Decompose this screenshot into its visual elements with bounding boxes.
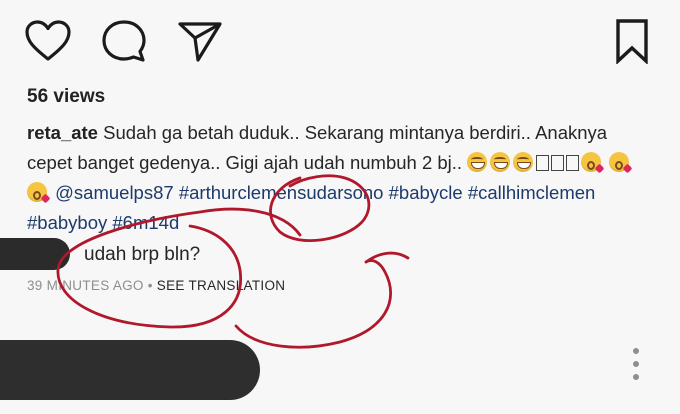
kiss-emoji-icon: [27, 182, 47, 202]
kiss-emoji-icon: [581, 152, 602, 172]
missing-glyph-icon: [536, 155, 550, 171]
redacted-comment-bar: [0, 340, 260, 400]
caption-username[interactable]: reta_ate: [27, 122, 98, 143]
hashtag-link[interactable]: #6m14d: [112, 212, 179, 233]
dot: [633, 374, 639, 380]
kiss-emoji-icon: [609, 152, 630, 172]
heart-icon[interactable]: [24, 19, 72, 63]
see-translation-link[interactable]: SEE TRANSLATION: [157, 278, 286, 293]
hashtag-link[interactable]: #callhimclemen: [468, 182, 596, 203]
redacted-username-bar: [0, 238, 70, 270]
comment-timestamp: 39 MINUTES AGO: [27, 278, 144, 293]
grin-emoji-icon: [513, 152, 534, 172]
grin-emoji-icon: [467, 152, 488, 172]
bookmark-icon[interactable]: [614, 18, 650, 64]
comment-meta: 39 MINUTES AGO • SEE TRANSLATION: [27, 278, 285, 293]
missing-glyph-icon: [551, 155, 565, 171]
share-icon[interactable]: [176, 20, 224, 64]
missing-glyph-icon: [566, 155, 580, 171]
mention-link[interactable]: @samuelps87: [55, 182, 174, 203]
hashtag-link[interactable]: #arthurclemensudarsono: [179, 182, 384, 203]
comment-text: udah brp bln?: [84, 244, 201, 265]
hashtag-link[interactable]: #babycle: [389, 182, 463, 203]
view-count[interactable]: 56 views: [27, 86, 105, 108]
post-caption: reta_ate Sudah ga betah duduk.. Sekarang…: [27, 118, 652, 238]
meta-separator: •: [147, 278, 153, 293]
more-options-icon[interactable]: [630, 348, 642, 388]
dot: [633, 348, 639, 354]
grin-emoji-icon: [490, 152, 511, 172]
comment-icon[interactable]: [100, 18, 148, 64]
dot: [633, 361, 639, 367]
hashtag-link[interactable]: #babyboy: [27, 212, 107, 233]
